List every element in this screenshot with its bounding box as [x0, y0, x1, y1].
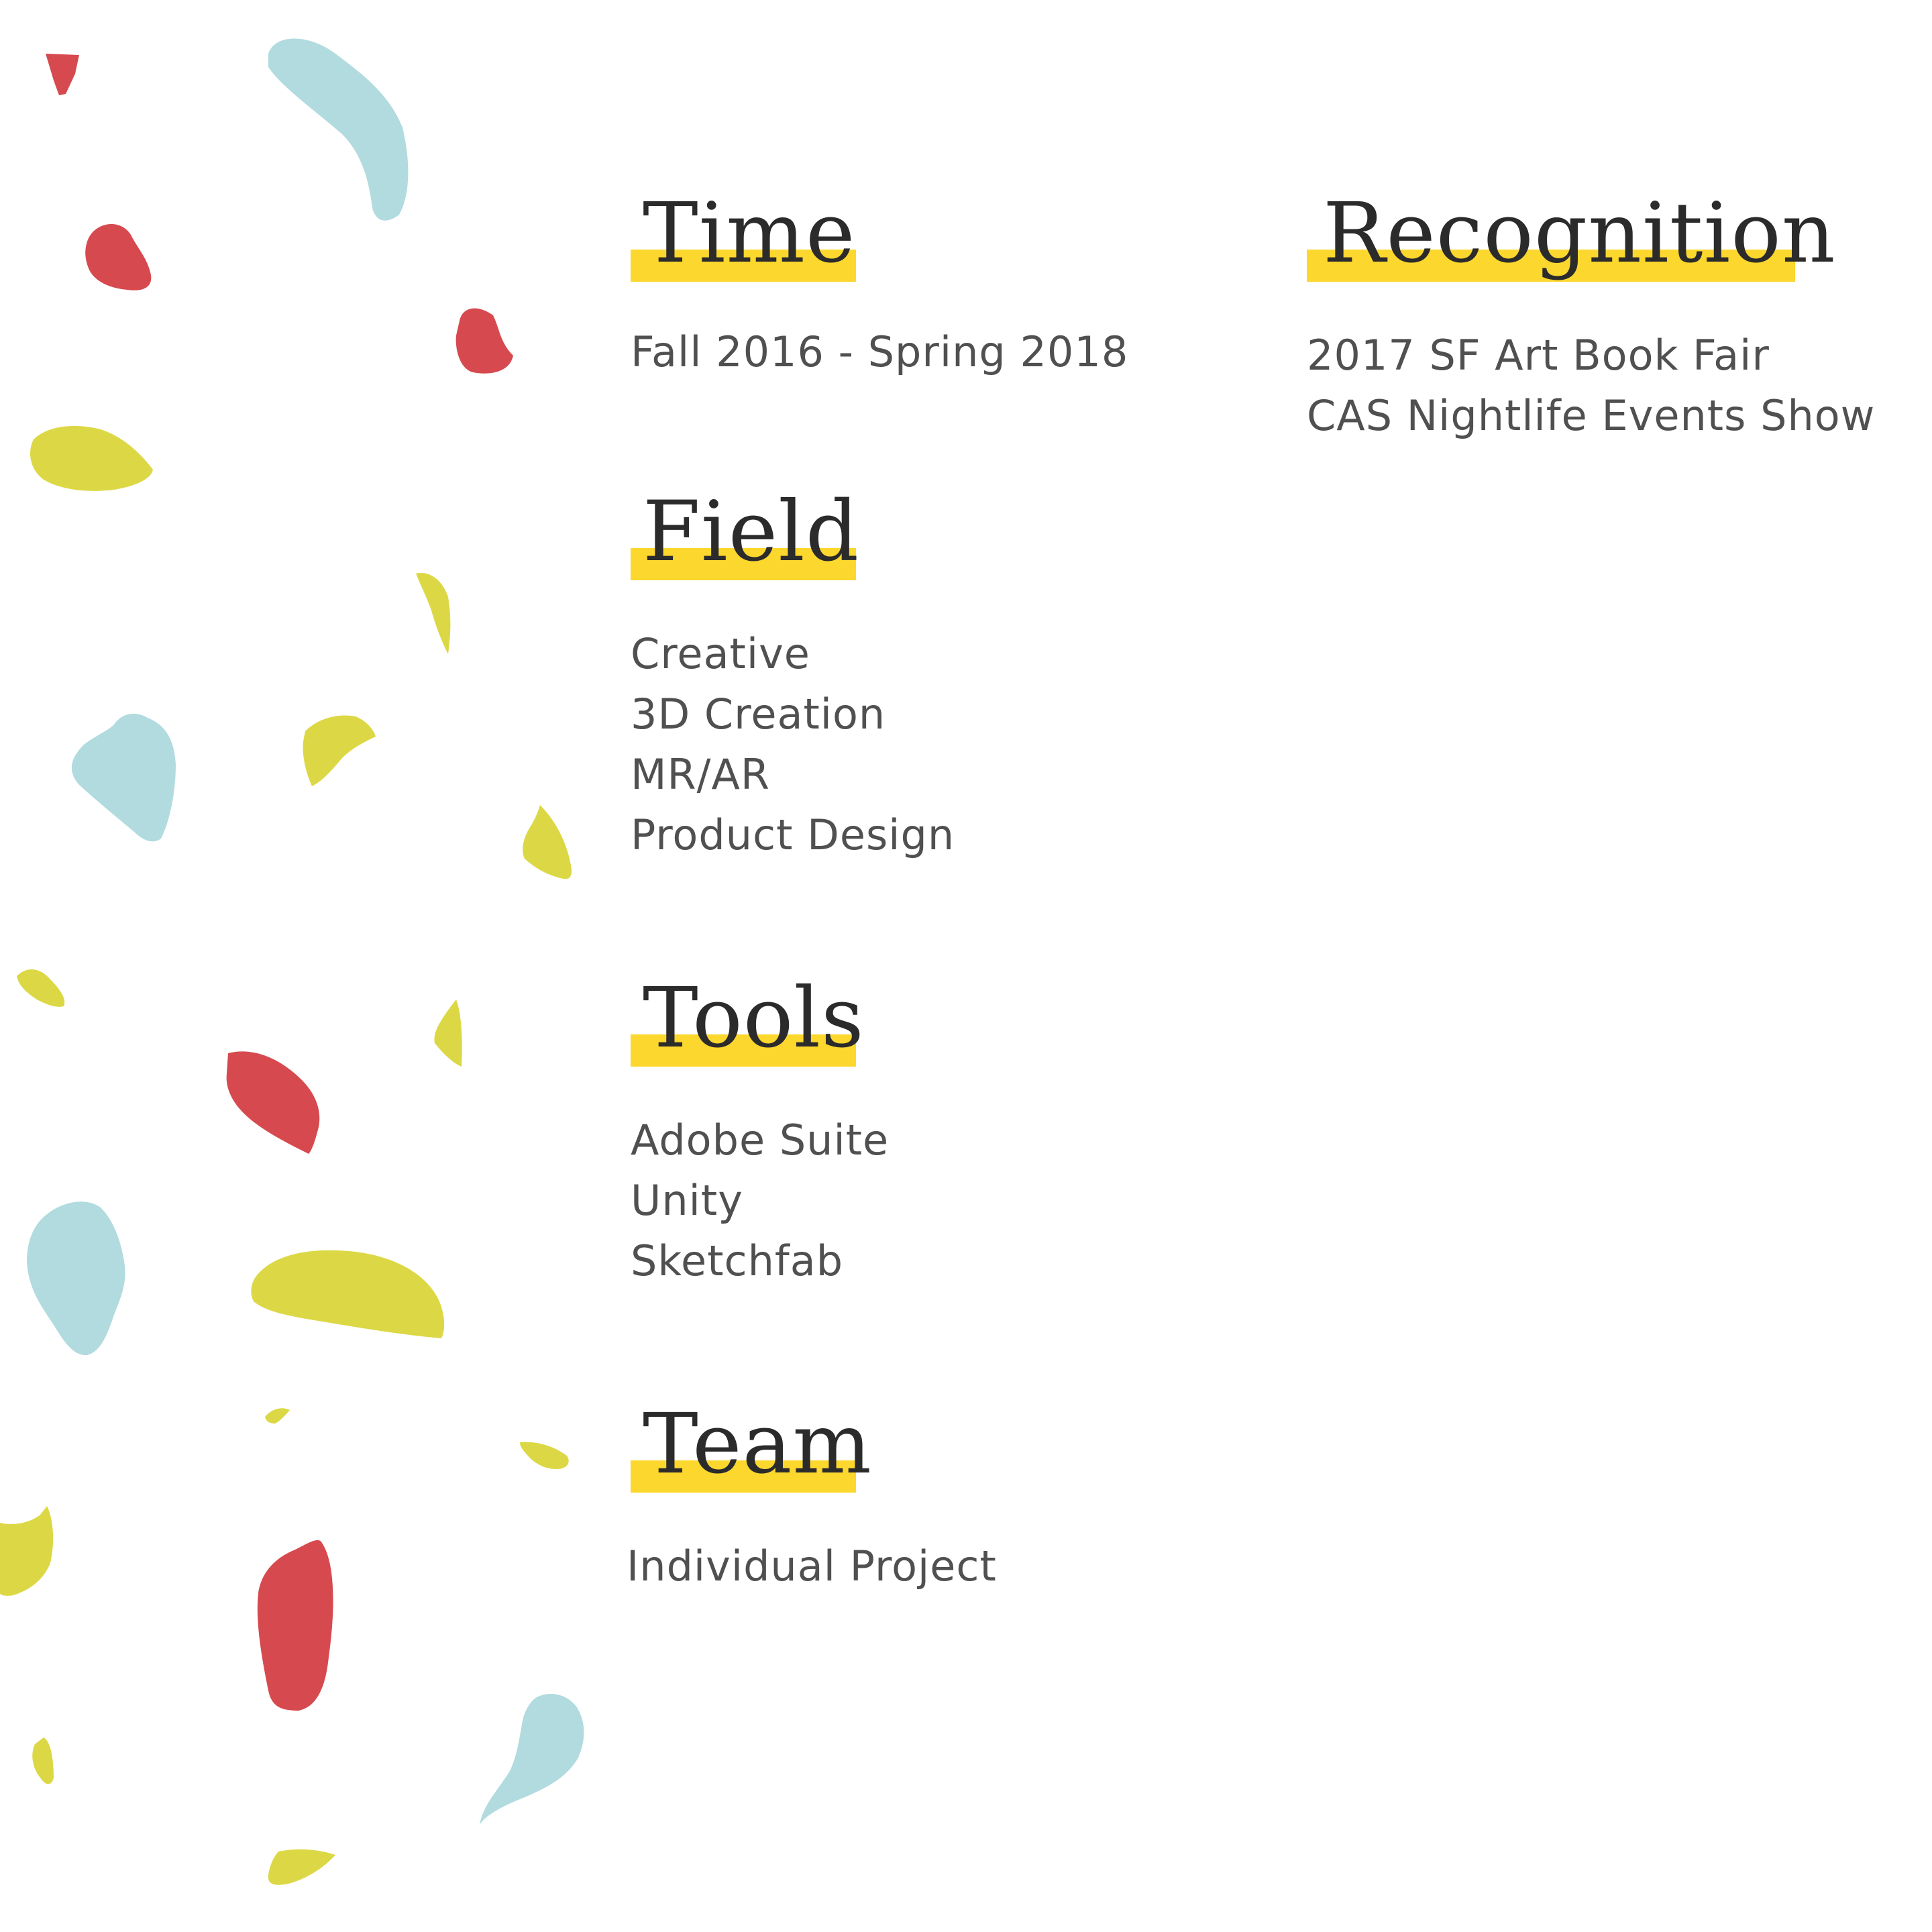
heading-field: Field [631, 484, 860, 580]
confetti-shape [71, 713, 176, 842]
section-items: Fall 2016 - Spring 2018 [631, 322, 1128, 382]
confetti-shape [30, 426, 153, 491]
list-item: Individual Project [627, 1542, 997, 1591]
confetti-shape [455, 308, 513, 374]
list-item: Unity [631, 1176, 743, 1225]
section-tools: Tools Adobe Suite Unity Sketchfab [631, 973, 889, 1291]
section-recognition: Recognition 2017 SF Art Book Fair CAS Ni… [1307, 188, 1875, 446]
confetti-shape [46, 54, 79, 95]
section-field: Field Creative 3D Creation MR/AR Product… [631, 486, 955, 865]
list-item: MR/AR [631, 750, 770, 799]
list-item: Product Design [631, 810, 955, 859]
confetti-shape [523, 805, 572, 879]
confetti-shape [251, 1250, 445, 1338]
confetti-shape [434, 1000, 462, 1067]
section-time: Time Fall 2016 - Spring 2018 [631, 188, 1128, 382]
section-title: Team [643, 1396, 872, 1493]
confetti-shape [303, 715, 376, 786]
confetti-shape [520, 1442, 569, 1469]
heading-recognition: Recognition [1307, 188, 1835, 282]
section-items: Individual Project [627, 1536, 997, 1597]
heading-tools: Tools [631, 973, 864, 1067]
confetti-shape [32, 1737, 54, 1784]
list-item: Adobe Suite [631, 1116, 890, 1165]
list-item: Fall 2016 - Spring 2018 [631, 327, 1129, 376]
section-title: Tools [643, 970, 865, 1067]
confetti-shape [480, 1694, 584, 1825]
confetti-shape [85, 223, 152, 290]
confetti-shape [416, 573, 451, 654]
confetti-shape [27, 1201, 125, 1356]
confetti-shape [268, 1849, 335, 1885]
heading-team: Team [631, 1399, 871, 1493]
heading-time: Time [631, 188, 856, 282]
section-items: Creative 3D Creation MR/AR Product Desig… [631, 624, 955, 865]
confetti-decoration [0, 38, 584, 1885]
confetti-shape [268, 38, 409, 221]
confetti-shape [0, 1506, 54, 1596]
section-items: 2017 SF Art Book Fair CAS Nightlife Even… [1307, 325, 1875, 446]
section-title: Field [643, 484, 860, 580]
list-item: Creative [631, 629, 810, 678]
confetti-shape [257, 1540, 333, 1711]
list-item: 2017 SF Art Book Fair [1307, 331, 1770, 380]
list-item: CAS Nightlife Events Show [1307, 391, 1876, 440]
confetti-shape [265, 1408, 290, 1424]
section-title: Recognition [1323, 185, 1836, 282]
section-items: Adobe Suite Unity Sketchfab [631, 1110, 889, 1291]
section-title: Time [643, 185, 856, 282]
list-item: Sketchfab [631, 1236, 844, 1285]
list-item: 3D Creation [631, 690, 886, 739]
confetti-shape [226, 1051, 320, 1154]
confetti-shape [17, 969, 65, 1007]
section-team: Team Individual Project [627, 1399, 997, 1597]
